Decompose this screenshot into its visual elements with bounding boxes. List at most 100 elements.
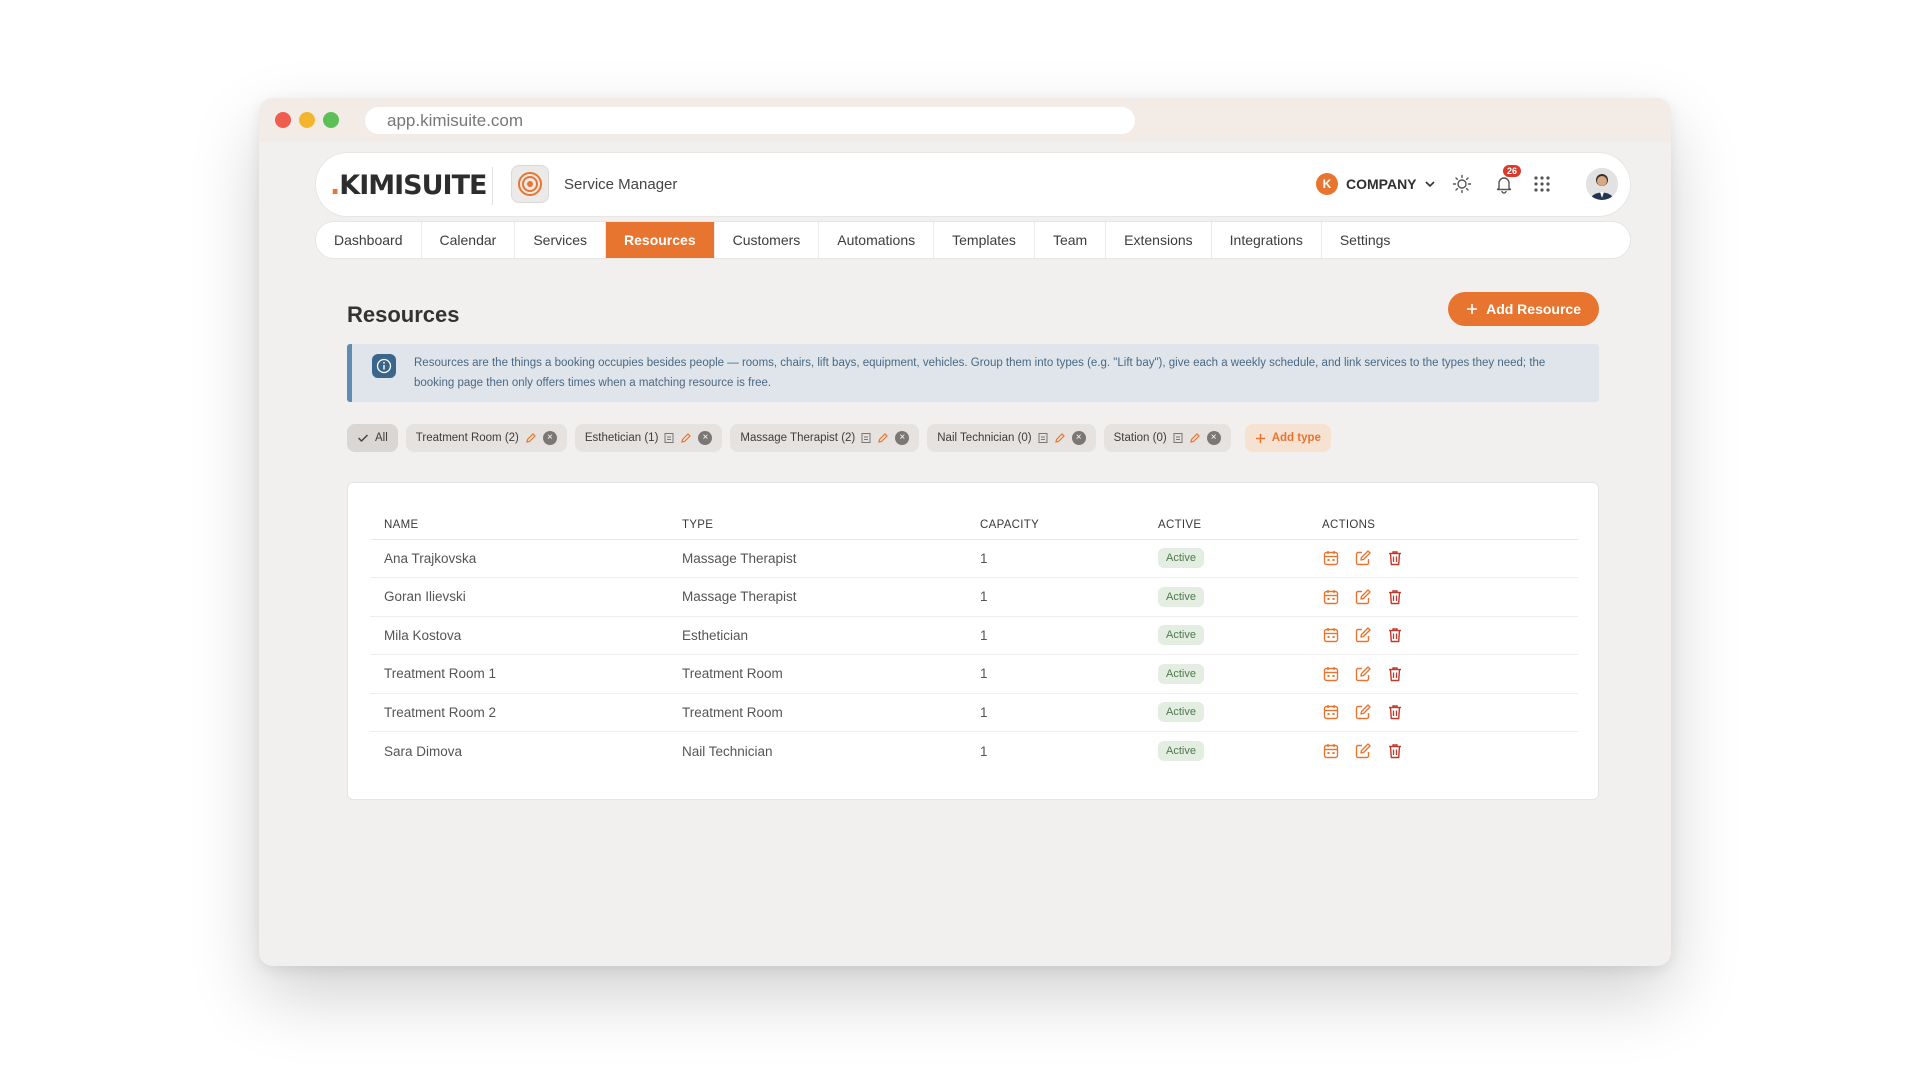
cell-type: Treatment Room [668,693,966,732]
nav-settings[interactable]: Settings [1322,222,1409,258]
header-divider [492,167,493,205]
add-resource-button[interactable]: Add Resource [1448,292,1599,326]
theme-toggle-sun-icon[interactable] [1450,172,1474,196]
cell-name: Treatment Room 1 [370,654,668,694]
url-bar[interactable]: app.kimisuite.com [365,107,1135,134]
nav-customers[interactable]: Customers [715,222,820,258]
nav-templates[interactable]: Templates [934,222,1035,258]
cell-name: Treatment Room 2 [370,693,668,732]
nav-extensions[interactable]: Extensions [1106,222,1212,258]
cell-capacity: 1 [966,616,1144,655]
info-icon [372,354,396,378]
delete-trash-icon[interactable] [1386,549,1404,567]
notifications-bell-icon[interactable]: 26 [1492,164,1523,196]
status-badge[interactable]: Active [1158,548,1204,569]
edit-icon[interactable] [1189,432,1201,444]
cell-name: Ana Trajkovska [370,539,668,578]
remove-chip-icon[interactable]: × [542,431,557,445]
status-badge[interactable]: Active [1158,702,1204,723]
close-window-button[interactable] [275,112,291,128]
company-switcher[interactable]: K COMPANY [1316,173,1435,195]
filter-chip-treatment-room[interactable]: Treatment Room (2) × [405,424,567,452]
schedule-calendar-icon[interactable] [1322,665,1340,683]
nav-resources[interactable]: Resources [606,222,715,258]
minimize-window-button[interactable] [299,112,315,128]
cell-type: Treatment Room [668,654,966,694]
status-badge[interactable]: Active [1158,663,1204,684]
notification-count-badge: 26 [1502,164,1523,178]
cell-capacity: 1 [980,743,988,759]
app-page: .KIMISUITE Service Manager K COMPANY 26 … [259,142,1671,966]
edit-icon[interactable] [525,432,537,444]
schedule-calendar-icon[interactable] [1322,703,1340,721]
status-badge[interactable]: Active [1158,741,1204,761]
app-grid-icon[interactable] [1530,172,1554,196]
table-row: Treatment Room 1 Treatment Room 1 Active [370,654,1578,694]
schedule-icon[interactable] [861,432,871,444]
filter-chip-station[interactable]: Station (0) × [1103,424,1231,452]
edit-icon[interactable] [1354,703,1372,721]
nav-automations[interactable]: Automations [819,222,935,258]
delete-trash-icon[interactable] [1386,742,1404,760]
logo-text: KIMISUITE [339,170,487,201]
remove-chip-icon[interactable]: × [1206,431,1221,445]
remove-chip-icon[interactable]: × [1071,431,1086,445]
column-header-type[interactable]: TYPE [668,511,966,540]
cell-active: Active [1144,539,1308,578]
edit-icon[interactable] [1354,626,1372,644]
edit-icon[interactable] [1354,588,1372,606]
kimisuite-logo[interactable]: .KIMISUITE [330,170,487,201]
schedule-icon[interactable] [664,432,674,444]
status-badge[interactable]: Active [1158,586,1204,607]
remove-chip-icon[interactable]: × [895,431,910,445]
nav-integrations[interactable]: Integrations [1212,222,1322,258]
schedule-calendar-icon[interactable] [1322,742,1340,760]
cell-active: Active [1144,654,1308,694]
schedule-calendar-icon[interactable] [1322,626,1340,644]
edit-icon[interactable] [877,432,889,444]
nav-team[interactable]: Team [1035,222,1107,258]
filter-chip-all[interactable]: All [347,424,398,452]
remove-chip-icon[interactable]: × [698,431,713,445]
status-badge[interactable]: Active [1158,625,1204,646]
schedule-calendar-icon[interactable] [1322,549,1340,567]
edit-icon[interactable] [680,432,692,444]
cell-actions [1308,654,1578,694]
schedule-calendar-icon[interactable] [1322,588,1340,606]
column-header-capacity[interactable]: CAPACITY [966,511,1144,540]
delete-trash-icon[interactable] [1386,626,1404,644]
cell-type: Massage Therapist [668,539,966,578]
app-header: .KIMISUITE Service Manager K COMPANY 26 [315,152,1631,217]
cell-name: Sara Dimova [384,743,463,759]
type-filter-chips: All Treatment Room (2) × Esthetician (1)… [347,424,1331,452]
table-row: Mila Kostova Esthetician 1 Active [370,616,1578,655]
user-avatar[interactable] [1586,168,1618,200]
delete-trash-icon[interactable] [1386,665,1404,683]
delete-trash-icon[interactable] [1386,703,1404,721]
filter-chip-esthetician[interactable]: Esthetician (1) × [574,424,723,452]
delete-trash-icon[interactable] [1386,588,1404,606]
edit-icon[interactable] [1354,665,1372,683]
filter-chip-massage-therapist[interactable]: Massage Therapist (2) × [730,424,920,452]
nav-calendar[interactable]: Calendar [422,222,516,258]
column-header-active[interactable]: ACTIVE [1144,511,1308,540]
company-name: COMPANY [1346,176,1417,192]
schedule-icon[interactable] [1038,432,1048,444]
nav-services[interactable]: Services [515,222,607,258]
maximize-window-button[interactable] [323,112,339,128]
schedule-icon[interactable] [1173,432,1183,444]
edit-icon[interactable] [1354,742,1372,760]
check-icon [357,434,369,443]
nav-dashboard[interactable]: Dashboard [316,222,422,258]
spiral-icon [518,172,542,196]
filter-chip-nail-technician[interactable]: Nail Technician (0) × [927,424,1096,452]
edit-icon[interactable] [1354,549,1372,567]
cell-active: Active [1144,577,1308,617]
column-header-name[interactable]: NAME [370,511,668,540]
browser-toolbar: app.kimisuite.com [259,98,1671,142]
service-manager-app-icon[interactable] [511,165,549,203]
add-type-button[interactable]: Add type [1244,424,1331,452]
edit-icon[interactable] [1054,432,1066,444]
info-text: Resources are the things a booking occup… [414,357,1546,389]
table-row: Sara Dimova Nail Technician 1 Active [370,732,1578,771]
